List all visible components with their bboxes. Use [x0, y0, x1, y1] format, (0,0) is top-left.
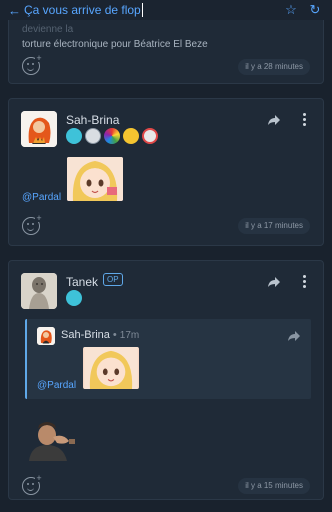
- refresh-icon[interactable]: ↻: [306, 2, 324, 18]
- avatar[interactable]: [21, 273, 57, 309]
- post-card: Sah-Brina @Pardal + il y a 17 minutes: [8, 98, 324, 246]
- top-bar: ← Ça vous arrive de flop ☆ ↻: [0, 0, 332, 20]
- quote-separator: •: [112, 329, 117, 341]
- rainbow-badge-icon: [104, 128, 120, 144]
- op-badge: OP: [103, 273, 123, 286]
- badge-list: [66, 290, 82, 306]
- share-icon[interactable]: [267, 113, 281, 127]
- quote-header: Sah-Brina • 17m: [61, 329, 139, 341]
- star-icon[interactable]: ☆: [282, 2, 300, 18]
- quote-username: Sah-Brina: [61, 329, 110, 341]
- mention-link[interactable]: @Pardal: [37, 380, 76, 391]
- share-icon[interactable]: [267, 275, 281, 289]
- arrow-left-icon[interactable]: ←: [8, 3, 24, 18]
- post-timestamp: il y a 28 minutes: [238, 59, 310, 75]
- embedded-image[interactable]: [83, 347, 139, 389]
- more-vertical-icon[interactable]: [303, 275, 307, 289]
- quote-time: 17m: [119, 330, 140, 341]
- badge-list: [66, 128, 158, 144]
- hexagon-badge-icon: [66, 290, 82, 306]
- quoted-post[interactable]: Sah-Brina • 17m @Pardal: [25, 319, 311, 399]
- embedded-image[interactable]: [67, 157, 123, 201]
- post-timestamp: il y a 15 minutes: [238, 478, 310, 494]
- post-card: Tanek OP Sah-Brina • 17m @Pardal + il y …: [8, 260, 324, 500]
- quote-avatar: [37, 327, 55, 345]
- embedded-gif[interactable]: [23, 419, 79, 461]
- add-reaction-icon[interactable]: +: [22, 214, 43, 235]
- profile-badge-icon: [85, 128, 101, 144]
- medal-badge-icon: [142, 128, 158, 144]
- hexagon-badge-icon: [66, 128, 82, 144]
- emoji-badge-icon: [123, 128, 139, 144]
- mention-link[interactable]: @Pardal: [22, 192, 61, 203]
- post-timestamp: il y a 17 minutes: [238, 218, 310, 234]
- avatar[interactable]: [21, 111, 57, 147]
- add-reaction-icon[interactable]: +: [22, 474, 43, 495]
- username[interactable]: Sah-Brina: [66, 113, 119, 127]
- share-icon[interactable]: [287, 329, 301, 343]
- add-reaction-icon[interactable]: +: [22, 54, 43, 75]
- username[interactable]: Tanek: [66, 275, 98, 289]
- thread-title: Ça vous arrive de flop: [24, 3, 143, 17]
- more-vertical-icon[interactable]: [303, 113, 307, 127]
